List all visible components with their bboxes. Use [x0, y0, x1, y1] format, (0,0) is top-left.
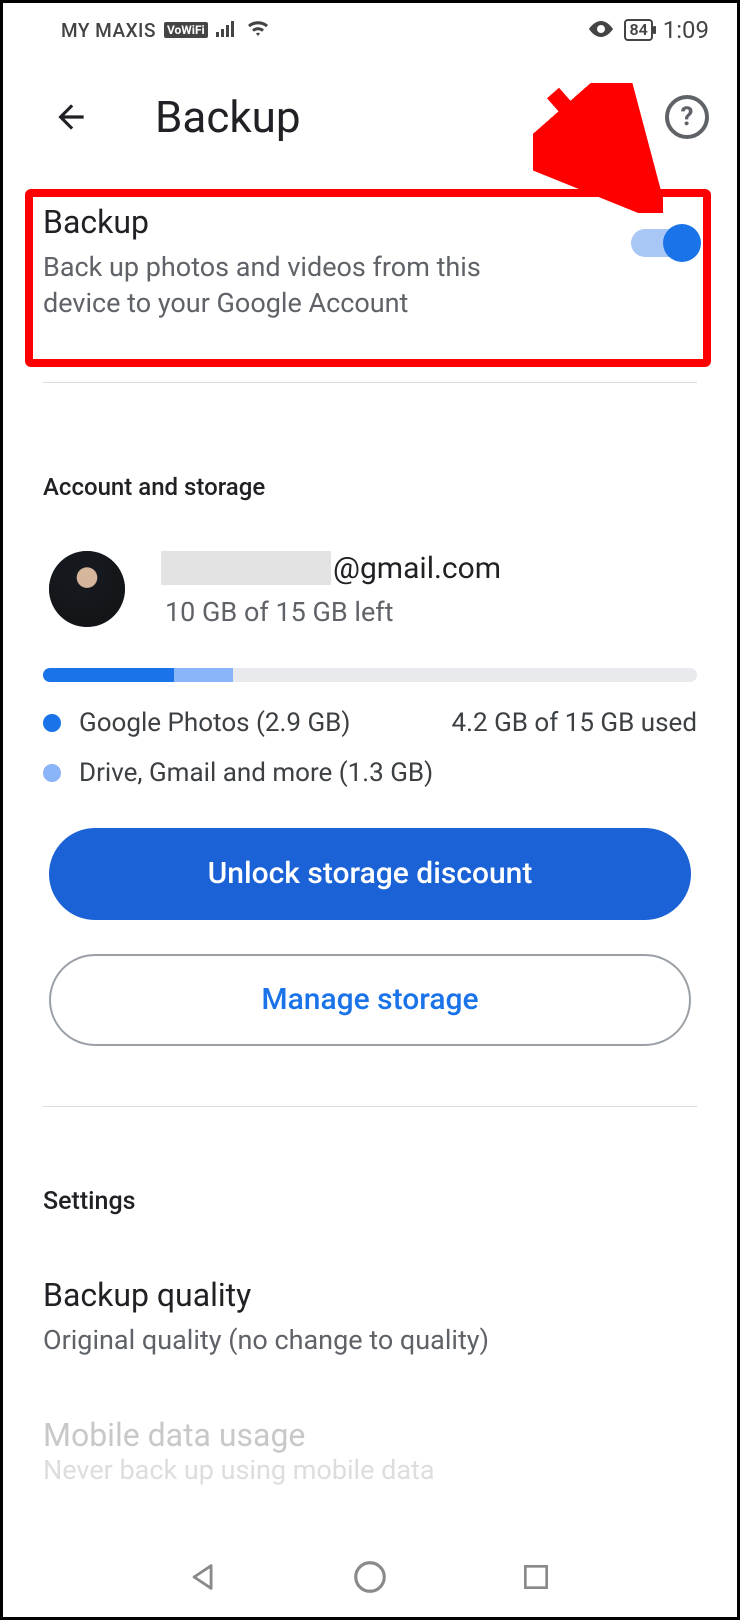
email-suffix: @gmail.com [333, 551, 501, 586]
account-row[interactable]: @gmail.com 10 GB of 15 GB left [3, 531, 737, 638]
system-nav-bar [3, 1549, 737, 1605]
nav-home-button[interactable] [342, 1549, 398, 1605]
legend-dot-icon [43, 714, 61, 732]
backup-quality-title: Backup quality [43, 1276, 697, 1314]
divider [43, 1106, 697, 1107]
nav-recents-button[interactable] [508, 1549, 564, 1605]
redacted-email-prefix [161, 551, 331, 585]
divider [43, 382, 697, 383]
account-email: @gmail.com [161, 551, 501, 586]
legend-photos-label: Google Photos (2.9 GB) [79, 708, 350, 738]
nav-back-button[interactable] [176, 1549, 232, 1605]
backup-toggle-switch[interactable] [631, 229, 697, 257]
page-title: Backup [155, 91, 605, 143]
backup-toggle-row[interactable]: Backup Back up photos and videos from th… [3, 143, 737, 362]
backup-toggle-description: Back up photos and videos from this devi… [43, 249, 563, 322]
avatar [49, 551, 125, 627]
eye-icon [588, 18, 614, 42]
storage-used-label: 4.2 GB of 15 GB used [452, 708, 697, 738]
vowifi-badge: VoWiFi [164, 22, 208, 38]
backup-quality-subtitle: Original quality (no change to quality) [43, 1324, 697, 1356]
carrier-label: MY MAXIS [61, 19, 156, 42]
account-storage-header: Account and storage [3, 403, 737, 531]
backup-toggle-title: Backup [43, 203, 563, 241]
help-button[interactable]: ? [665, 95, 709, 139]
unlock-storage-discount-button[interactable]: Unlock storage discount [49, 828, 691, 920]
mobile-data-usage-row[interactable]: Mobile data usage Never back up using mo… [3, 1366, 737, 1486]
legend-drive-label: Drive, Gmail and more (1.3 GB) [79, 758, 433, 788]
signal-icon [216, 18, 238, 42]
settings-header: Settings [3, 1127, 737, 1246]
wifi-icon [246, 18, 270, 42]
battery-indicator: 84 [624, 19, 652, 41]
clock: 1:09 [663, 16, 709, 44]
back-button[interactable] [47, 93, 95, 141]
mobile-data-subtitle: Never back up using mobile data [43, 1454, 697, 1486]
legend-drive-gmail: Drive, Gmail and more (1.3 GB) [43, 758, 697, 788]
legend-google-photos: Google Photos (2.9 GB) [43, 708, 452, 738]
app-bar: Backup ? [3, 51, 737, 143]
mobile-data-title: Mobile data usage [43, 1416, 697, 1454]
legend-dot-icon [43, 764, 61, 782]
storage-progress-bar [43, 668, 697, 682]
manage-storage-button[interactable]: Manage storage [49, 954, 691, 1046]
status-bar: MY MAXIS VoWiFi 84 1:09 [3, 3, 737, 51]
storage-remaining-label: 10 GB of 15 GB left [165, 596, 501, 628]
backup-quality-row[interactable]: Backup quality Original quality (no chan… [3, 1246, 737, 1366]
